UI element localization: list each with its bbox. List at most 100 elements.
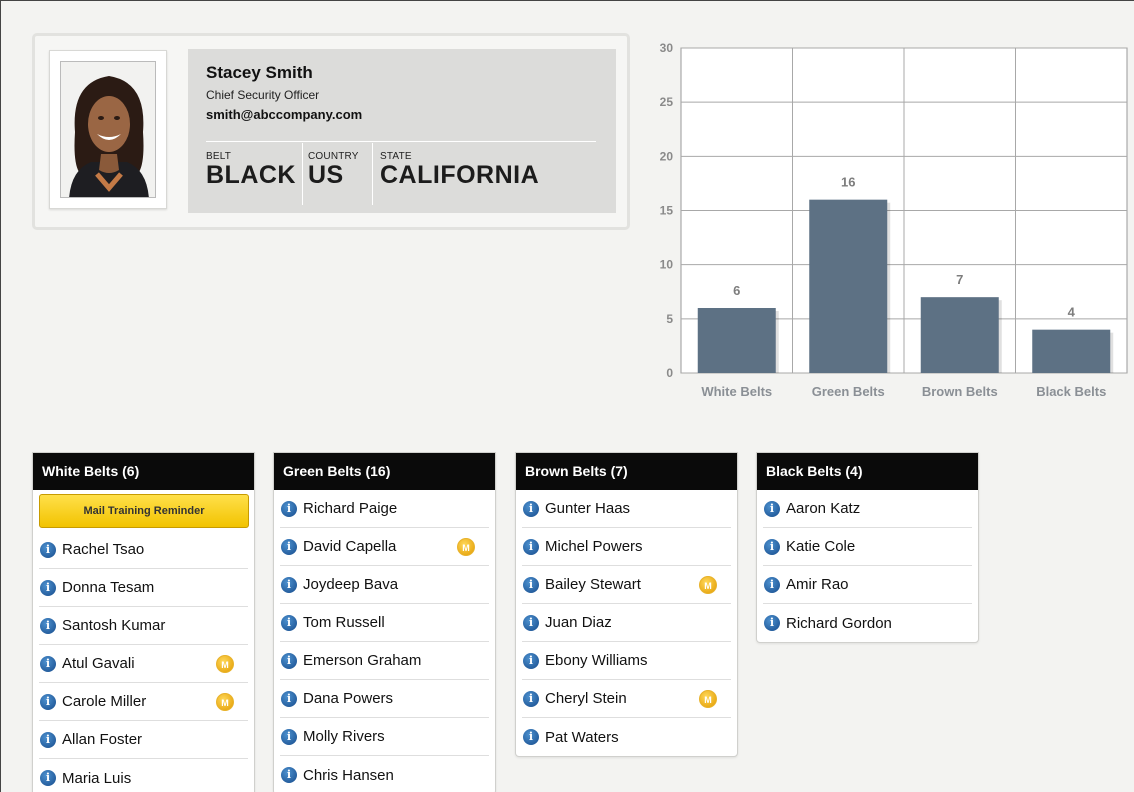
member-name: Pat Waters — [545, 728, 619, 746]
info-icon[interactable]: i — [764, 500, 780, 517]
profile-field-state: STATE CALIFORNIA — [380, 151, 539, 188]
member-row[interactable]: i Rachel Tsao — [39, 531, 248, 569]
member-row[interactable]: i Amir Rao — [763, 566, 972, 604]
info-icon[interactable]: i — [40, 617, 56, 634]
member-row[interactable]: i Aaron Katz — [763, 490, 972, 528]
info-icon[interactable]: i — [523, 538, 539, 555]
y-tick-label: 25 — [660, 95, 674, 109]
member-row[interactable]: i Dana Powers — [280, 680, 489, 718]
info-icon[interactable]: i — [523, 500, 539, 517]
mail-badge-icon[interactable]: M — [699, 576, 717, 594]
panel-list: Mail Training Reminder i Rachel Tsao i Donna… — [33, 494, 254, 792]
member-row[interactable]: i Molly Rivers — [280, 718, 489, 756]
info-icon[interactable]: i — [523, 729, 539, 745]
member-row[interactable]: i Atul Gavali M — [39, 645, 248, 683]
info-icon[interactable]: i — [281, 500, 297, 517]
profile-title: Chief Security Officer — [206, 88, 320, 102]
y-tick-label: 5 — [666, 312, 673, 326]
member-row[interactable]: i Carole Miller M — [39, 683, 248, 721]
info-icon[interactable]: i — [281, 538, 297, 555]
member-name: Donna Tesam — [62, 579, 155, 596]
member-row[interactable]: i Richard Gordon — [763, 604, 972, 642]
member-row[interactable]: i Santosh Kumar — [39, 607, 248, 645]
member-name: Chris Hansen — [303, 766, 394, 784]
profile-divider — [206, 141, 596, 142]
info-icon[interactable]: i — [40, 579, 56, 596]
brown-belts-panel: Brown Belts (7) i Gunter Haas i Michel Power… — [515, 452, 738, 757]
member-name: Tom Russell — [303, 614, 385, 631]
info-icon[interactable]: i — [281, 652, 297, 669]
mail-badge-icon[interactable]: M — [699, 690, 717, 708]
panel-title: Black Belts (4) — [757, 453, 978, 490]
x-category-label: White Belts — [701, 384, 772, 399]
member-name: Cheryl Stein — [545, 690, 627, 707]
info-icon[interactable]: i — [281, 767, 297, 783]
mail-badge-icon[interactable]: M — [216, 693, 234, 711]
info-icon[interactable]: i — [40, 770, 56, 786]
info-icon[interactable]: i — [523, 690, 539, 707]
member-name: Richard Gordon — [786, 614, 892, 632]
member-row[interactable]: i Maria Luis — [39, 759, 248, 792]
info-icon[interactable]: i — [281, 614, 297, 631]
info-icon[interactable]: i — [523, 576, 539, 593]
info-icon[interactable]: i — [764, 615, 780, 631]
info-icon[interactable]: i — [281, 690, 297, 707]
member-row[interactable]: i Katie Cole — [763, 528, 972, 566]
member-row[interactable]: i Tom Russell — [280, 604, 489, 642]
info-icon[interactable]: i — [40, 731, 56, 748]
mail-badge-icon[interactable]: M — [216, 655, 234, 673]
green-belts-panel: Green Belts (16) i Richard Paige i David Cap… — [273, 452, 496, 792]
member-row[interactable]: i Michel Powers — [522, 528, 731, 566]
member-row[interactable]: i Cheryl Stein M — [522, 680, 731, 718]
member-row[interactable]: i Juan Diaz — [522, 604, 731, 642]
mail-training-reminder-button[interactable]: Mail Training Reminder — [39, 494, 249, 528]
member-name: Ebony Williams — [545, 652, 648, 669]
member-row[interactable]: i Gunter Haas — [522, 490, 731, 528]
panel-title: White Belts (6) — [33, 453, 254, 490]
bar — [697, 308, 776, 373]
member-row[interactable]: i Richard Paige — [280, 490, 489, 528]
profile-field-value: US — [308, 161, 344, 189]
member-row[interactable]: i Chris Hansen — [280, 756, 489, 792]
info-icon[interactable]: i — [523, 652, 539, 669]
member-row[interactable]: i Bailey Stewart M — [522, 566, 731, 604]
member-name: Amir Rao — [786, 576, 849, 593]
info-icon[interactable]: i — [40, 541, 56, 558]
member-row[interactable]: i Ebony Williams — [522, 642, 731, 680]
member-row[interactable]: i Pat Waters — [522, 718, 731, 756]
member-row[interactable]: i Joydeep Bava — [280, 566, 489, 604]
mail-badge-icon[interactable]: M — [457, 538, 475, 556]
panel-title: Brown Belts (7) — [516, 453, 737, 490]
panel-list: i Aaron Katz i Katie Cole i Amir Rao i Richard … — [757, 490, 978, 642]
member-name: Michel Powers — [545, 538, 643, 555]
bar-value-label: 6 — [733, 283, 740, 298]
member-row[interactable]: i Emerson Graham — [280, 642, 489, 680]
info-icon[interactable]: i — [764, 538, 780, 555]
bar — [920, 297, 999, 373]
member-row[interactable]: i Allan Foster — [39, 721, 248, 759]
y-tick-label: 0 — [666, 366, 673, 380]
info-icon[interactable]: i — [523, 614, 539, 631]
profile-photo-frame — [49, 50, 167, 209]
bar — [809, 199, 888, 373]
x-category-label: Brown Belts — [922, 384, 998, 399]
member-row[interactable]: i Donna Tesam — [39, 569, 248, 607]
info-icon[interactable]: i — [281, 728, 297, 745]
member-name: Carole Miller — [62, 693, 147, 710]
panel-list: i Gunter Haas i Michel Powers i Bailey Stewar… — [516, 490, 737, 756]
bar-value-label: 16 — [841, 175, 855, 190]
panel-list: i Richard Paige i David Capella Mi Joydeep Ba… — [274, 490, 495, 792]
member-row[interactable]: i David Capella M — [280, 528, 489, 566]
info-icon[interactable]: i — [281, 576, 297, 593]
member-name: Allan Foster — [62, 731, 143, 748]
info-icon[interactable]: i — [764, 576, 780, 593]
info-icon[interactable]: i — [40, 693, 56, 710]
white-belts-panel: White Belts (6) Mail Training Reminder i Ra… — [32, 452, 255, 792]
member-name: Emerson Graham — [303, 652, 422, 669]
member-name: Aaron Katz — [786, 500, 861, 517]
profile-name: Stacey Smith — [206, 63, 313, 82]
member-name: Rachel Tsao — [62, 541, 145, 558]
info-icon[interactable]: i — [40, 655, 56, 672]
y-tick-label: 20 — [660, 149, 674, 163]
panel-title: Green Belts (16) — [274, 453, 495, 490]
